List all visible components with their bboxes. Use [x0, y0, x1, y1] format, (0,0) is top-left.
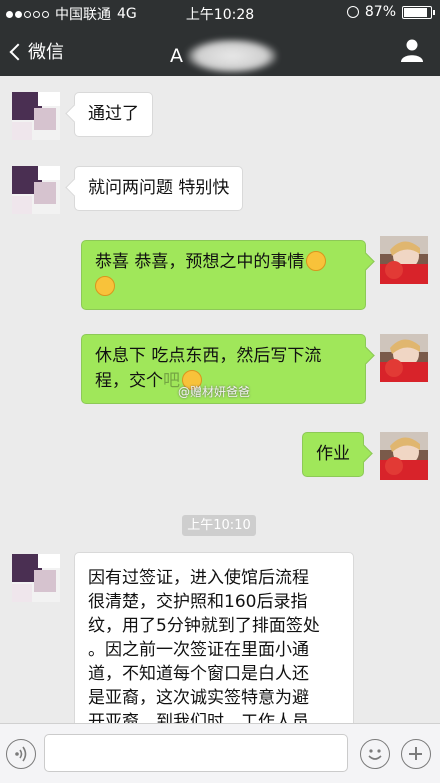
message-text: 就问两问题 特别快 [88, 178, 230, 198]
contact-avatar[interactable] [12, 92, 60, 140]
my-avatar[interactable] [380, 236, 428, 284]
sent-message-bubble[interactable]: 作业 [302, 432, 364, 477]
timestamp-badge: 上午10:10 [182, 515, 256, 536]
status-bar: 中国联通 4G 上午10:28 87% [0, 0, 440, 26]
message-line: 是亚裔，这次诚实签特意为避 [88, 688, 309, 708]
my-avatar[interactable] [380, 334, 428, 382]
message-line: 道，不知道每个窗口是白人还 [88, 664, 309, 684]
redacted-name [187, 39, 277, 73]
nav-bar: 微信 A [0, 26, 440, 76]
chevron-left-icon [9, 43, 27, 61]
voice-button[interactable] [6, 739, 36, 769]
chat-title-initial: A [170, 45, 183, 67]
smiley-icon [368, 749, 382, 760]
sent-message-bubble[interactable]: 恭喜 恭喜，预想之中的事情 [81, 240, 366, 310]
message-line: 因有过签证，进入使馆后流程 [88, 568, 309, 588]
contact-avatar[interactable] [12, 554, 60, 602]
message-text: 程，交个 [95, 371, 163, 391]
thinking-emoji-icon [95, 276, 115, 296]
status-right: 87% [346, 4, 435, 20]
grinning-emoji-icon [306, 251, 327, 271]
message-bubble[interactable]: 通过了 [74, 92, 153, 137]
message-line: 很清楚，交护照和160后录指 [88, 592, 308, 612]
profile-icon[interactable] [400, 38, 424, 62]
voice-icon [15, 746, 27, 762]
more-button[interactable] [401, 739, 431, 769]
battery-percent: 87% [364, 4, 396, 20]
emoji-button[interactable] [360, 739, 390, 769]
message-bubble[interactable]: 就问两问题 特别快 [74, 166, 244, 211]
message-line: 。因之前一次签证在里面小通 [88, 640, 309, 660]
back-button[interactable]: 微信 [9, 38, 64, 64]
message-text: 休息下 吃点东西，然后写下流 [95, 346, 322, 366]
back-label: 微信 [28, 42, 64, 63]
message-bubble[interactable]: 因有过签证，进入使馆后流程 很清楚，交护照和160后录指 纹，用了5分钟就到了排… [74, 552, 354, 742]
chat-area[interactable]: 通过了 就问两问题 特别快 恭喜 恭喜，预想之中的事情 休息下 吃点东西，然后写… [0, 76, 440, 742]
battery-fill [404, 7, 427, 17]
battery-icon [402, 5, 435, 19]
message-input[interactable] [44, 734, 348, 772]
my-avatar[interactable] [380, 432, 428, 480]
rotation-lock-icon [346, 6, 359, 18]
message-text: 作业 [316, 444, 350, 464]
message-line: 纹，用了5分钟就到了排面签处 [88, 616, 320, 636]
chat-title: A [170, 39, 277, 73]
message-text: 恭喜 恭喜，预想之中的事情 [95, 252, 305, 272]
message-text: 通过了 [88, 104, 139, 124]
contact-avatar[interactable] [12, 166, 60, 214]
input-bar [0, 723, 440, 783]
watermark: @赠材妍爸爸 [178, 385, 251, 399]
